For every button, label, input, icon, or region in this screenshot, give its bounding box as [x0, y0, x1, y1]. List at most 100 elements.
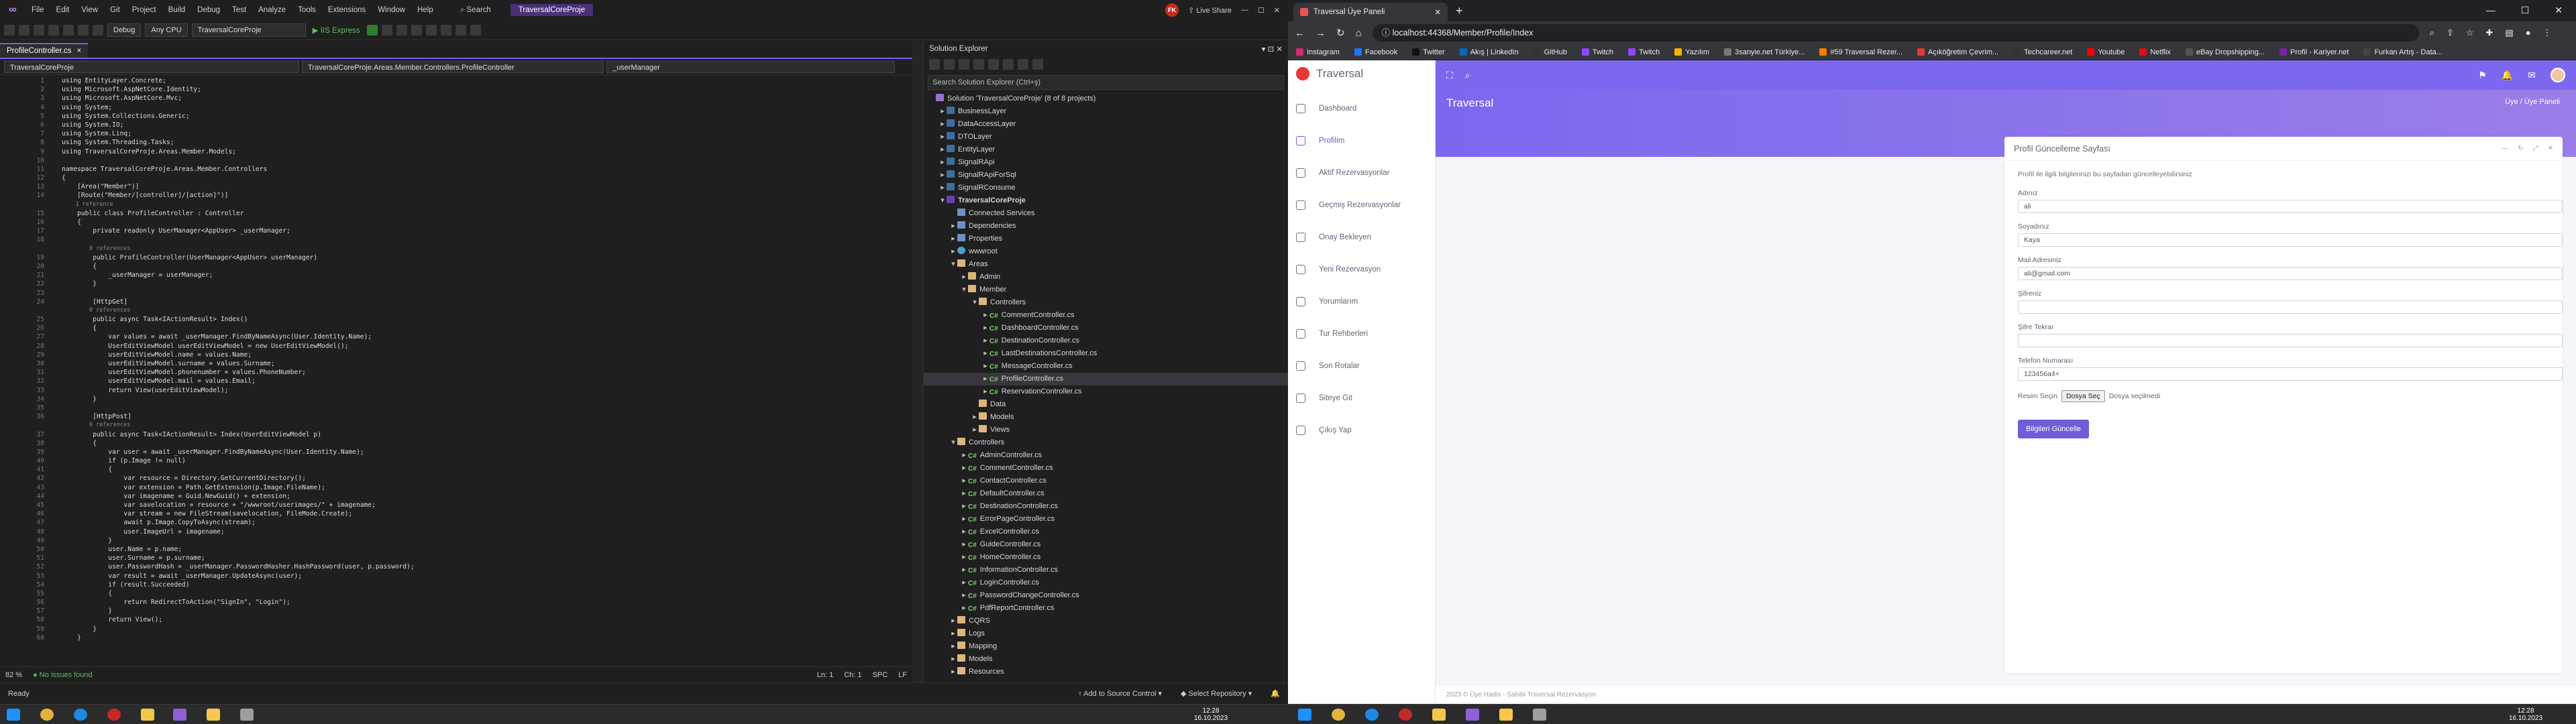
tree-expand-icon[interactable]: ▸	[949, 666, 957, 678]
profile-icon[interactable]: ●	[2526, 27, 2531, 38]
app-taskbar-icon[interactable]	[240, 709, 254, 721]
page-search-icon[interactable]: ⌕	[1465, 70, 1470, 81]
tree-expand-icon[interactable]: ▸	[960, 462, 968, 475]
chrome-taskbar-icon-right[interactable]	[1332, 709, 1345, 721]
project-navigation-select[interactable]: TraversalCoreProje	[4, 60, 299, 73]
update-profile-button[interactable]: Bilgileri Güncelle	[2018, 420, 2089, 438]
browser-reload-icon[interactable]: ↻	[1336, 27, 1345, 39]
browser-tab-traversal[interactable]: Traversal Üye Paneli ✕	[1293, 3, 1448, 21]
card-close-icon[interactable]: ✕	[2548, 145, 2553, 152]
forward-icon[interactable]	[19, 24, 30, 36]
page-sidebar-item[interactable]: Tur Rehberleri	[1288, 318, 1435, 350]
bookmark-item[interactable]: Techcareer.net	[2013, 48, 2072, 56]
bookmark-item[interactable]: Facebook	[1354, 48, 1397, 56]
extensions-icon[interactable]: ✚	[2485, 27, 2493, 38]
tree-expand-icon[interactable]: ▸	[960, 602, 968, 615]
solution-tree-node[interactable]: ▸ Admin	[924, 271, 1288, 284]
tree-expand-icon[interactable]: ▸	[938, 118, 947, 131]
edge-taskbar-icon-right[interactable]	[1365, 709, 1379, 721]
solution-tree-node[interactable]: ▾ Areas	[924, 258, 1288, 271]
run-button[interactable]: ▶ IIS Express	[310, 25, 363, 35]
page-sidebar-item[interactable]: Geçmiş Rezervasyonlar	[1288, 189, 1435, 221]
tree-expand-icon[interactable]: ▸	[981, 373, 989, 385]
form-input[interactable]: Kaya	[2018, 233, 2563, 247]
browser-home-icon[interactable]: ⌂	[1356, 27, 1362, 39]
vs-menu-item[interactable]: Debug	[191, 0, 226, 20]
solution-tree-node[interactable]: Solution 'TraversalCoreProje' (8 of 8 pr…	[924, 93, 1288, 105]
zoom-level[interactable]: 82 %	[5, 671, 22, 679]
zoom-icon[interactable]: ⌕	[2430, 27, 2434, 38]
bookmark-item[interactable]: #59 Traversal Rezer...	[1819, 48, 1902, 56]
select-repository-button[interactable]: ◆ Select Repository ▾	[1181, 689, 1252, 698]
solution-tree-node[interactable]: ▸ C# PdfReportController.cs	[924, 602, 1288, 615]
solution-tree-node[interactable]: ▸ Models	[924, 411, 1288, 424]
solution-tree-node[interactable]: ▸ C# DashboardController.cs	[924, 322, 1288, 335]
tree-expand-icon[interactable]: ▸	[971, 411, 979, 424]
solution-tree-node[interactable]: ▸ Properties	[924, 233, 1288, 245]
startup-project-select[interactable]: TraversalCoreProje	[191, 23, 306, 37]
solution-tree-node[interactable]: ▾ TraversalCoreProje	[924, 194, 1288, 207]
solution-tree-node[interactable]: ▸ EntityLayer	[924, 143, 1288, 156]
app-taskbar-icon-right[interactable]	[1533, 709, 1546, 721]
vs-menu-item[interactable]: Tools	[292, 0, 322, 20]
undo-icon[interactable]	[78, 24, 89, 36]
vs-menu-item[interactable]: File	[25, 0, 50, 20]
vs-menu-item[interactable]: Extensions	[322, 0, 372, 20]
vs-menu-item[interactable]: Build	[162, 0, 192, 20]
page-sidebar-item[interactable]: Aktif Rezervasyonlar	[1288, 157, 1435, 189]
solution-tree-node[interactable]: ▸ DataAccessLayer	[924, 118, 1288, 131]
browser-close-icon[interactable]: ✕	[2555, 5, 2563, 16]
platform-select[interactable]: Any CPU	[145, 23, 188, 37]
editor-scrollbar[interactable]	[912, 42, 923, 682]
maximize-icon[interactable]: ☐	[1258, 6, 1265, 15]
tree-expand-icon[interactable]: ▸	[960, 487, 968, 500]
page-sidebar-item[interactable]: Profilim	[1288, 125, 1435, 157]
bookmark-item[interactable]: Açıköğretim Çevrim...	[1917, 48, 1998, 56]
tree-expand-icon[interactable]: ▸	[938, 105, 947, 118]
tree-expand-icon[interactable]: ▸	[938, 156, 947, 169]
tree-expand-icon[interactable]: ▸	[960, 526, 968, 538]
address-bar[interactable]: ⓘ localhost:44368/Member/Profile/Index	[1372, 24, 2419, 42]
tree-expand-icon[interactable]: ▸	[981, 335, 989, 347]
live-share-button[interactable]: ⇪ Live Share	[1188, 6, 1232, 15]
solution-tree-node[interactable]: ▸ DTOLayer	[924, 131, 1288, 143]
form-input[interactable]: 123456a4+	[2018, 367, 2563, 381]
tree-expand-icon[interactable]: ▸	[949, 233, 957, 245]
form-input[interactable]: ali	[2018, 200, 2563, 213]
tree-expand-icon[interactable]: ▸	[938, 169, 947, 182]
notification-bell-icon[interactable]: 🔔	[2502, 70, 2513, 81]
se-back-icon[interactable]	[929, 59, 940, 70]
hot-reload-icon[interactable]	[396, 24, 407, 36]
comment-icon[interactable]	[470, 24, 481, 36]
type-navigation-select[interactable]: TraversalCoreProje.Areas.Member.Controll…	[302, 60, 604, 73]
form-input[interactable]	[2018, 334, 2563, 347]
bookmark-item[interactable]: Twitter	[1412, 48, 1445, 56]
solution-tree-node[interactable]: ▸ C# CommentController.cs	[924, 309, 1288, 322]
bookmark-item[interactable]: Twitch	[1581, 48, 1613, 56]
vs-menu-item[interactable]: Help	[411, 0, 439, 20]
member-navigation-select[interactable]: _userManager	[606, 60, 895, 73]
tree-expand-icon[interactable]: ▸	[971, 424, 979, 436]
tree-expand-icon[interactable]: ▸	[949, 615, 957, 627]
bookmark-star-icon[interactable]: ☆	[2466, 27, 2474, 38]
add-source-control-button[interactable]: ↑ Add to Source Control ▾	[1078, 689, 1162, 698]
site-brand[interactable]: Traversal	[1288, 60, 1435, 87]
solution-tree-node[interactable]: ▸ Views	[924, 424, 1288, 436]
bookmark-item[interactable]: Yazılım	[1674, 48, 1709, 56]
solution-tree-node[interactable]: ▸ SignalRConsume	[924, 182, 1288, 194]
user-avatar[interactable]	[2551, 68, 2565, 82]
choose-file-button[interactable]: Dosya Seç	[2061, 390, 2105, 402]
page-sidebar-item[interactable]: Çıkış Yap	[1288, 414, 1435, 446]
tree-expand-icon[interactable]: ▸	[949, 245, 957, 258]
code-area[interactable]: 1 using EntityLayer.Concrete; 2 using Micro…	[0, 76, 912, 666]
toolbar-icon-c[interactable]	[440, 24, 451, 36]
solution-tree-node[interactable]: ▸ C# PasswordChangeController.cs	[924, 589, 1288, 602]
tree-expand-icon[interactable]: ▸	[981, 385, 989, 398]
toolbar-icon-a[interactable]	[411, 24, 422, 36]
solution-tree-node[interactable]: ▾ Member	[924, 284, 1288, 296]
tree-expand-icon[interactable]: ▸	[949, 640, 957, 653]
card-collapse-icon[interactable]: —	[2502, 145, 2508, 152]
issues-indicator[interactable]: ● No issues found	[33, 671, 93, 679]
tree-expand-icon[interactable]: ▸	[960, 551, 968, 564]
tree-expand-icon[interactable]: ▸	[960, 271, 968, 284]
